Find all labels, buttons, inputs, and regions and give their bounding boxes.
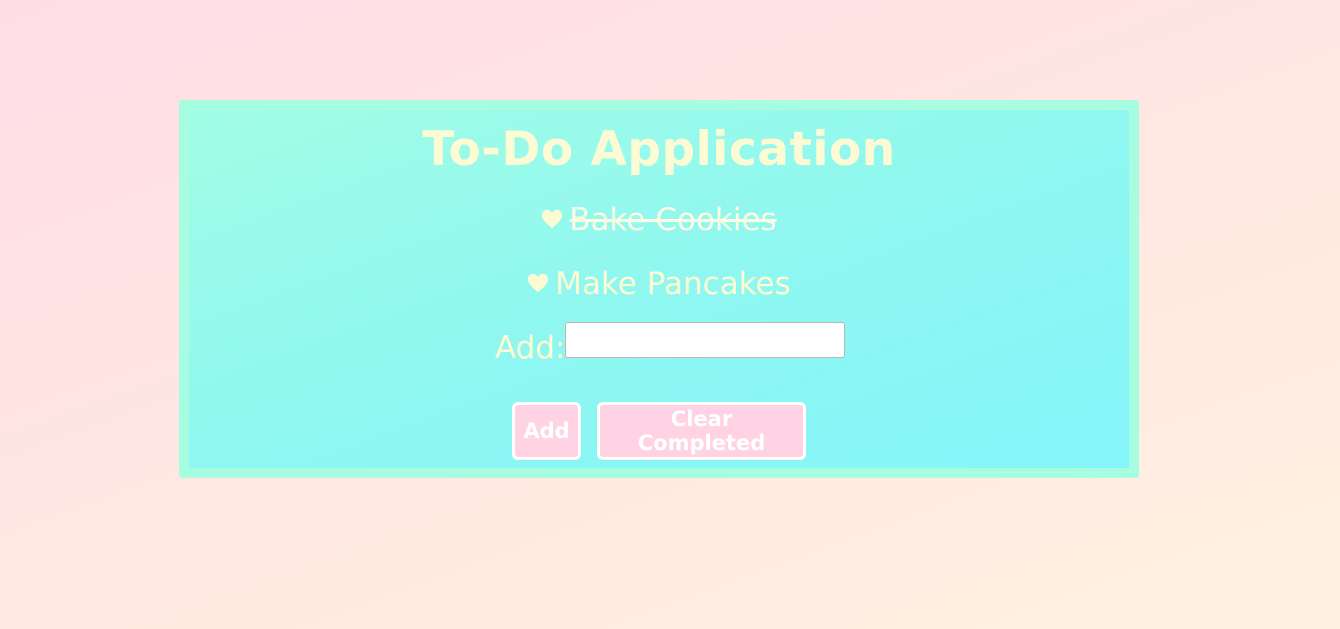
todo-item-make-pancakes[interactable]: Make Pancakes [189, 266, 1129, 304]
heart-icon [541, 201, 563, 237]
todo-item-bake-cookies[interactable]: Bake Cookies [189, 202, 1129, 240]
todo-card: To-Do Application Bake Cookies Make Panc… [179, 100, 1139, 478]
page-title: To-Do Application [422, 122, 896, 177]
add-row: Add: [495, 322, 846, 366]
todo-text: Make Pancakes [555, 266, 791, 302]
add-button[interactable]: Add [512, 402, 581, 460]
heart-icon [527, 265, 549, 301]
add-todo-input[interactable] [565, 322, 846, 358]
todo-card-inner: To-Do Application Bake Cookies Make Panc… [189, 110, 1129, 468]
add-label: Add: [495, 330, 566, 366]
clear-completed-button[interactable]: Clear Completed [597, 402, 806, 460]
todo-text: Bake Cookies [569, 202, 777, 238]
